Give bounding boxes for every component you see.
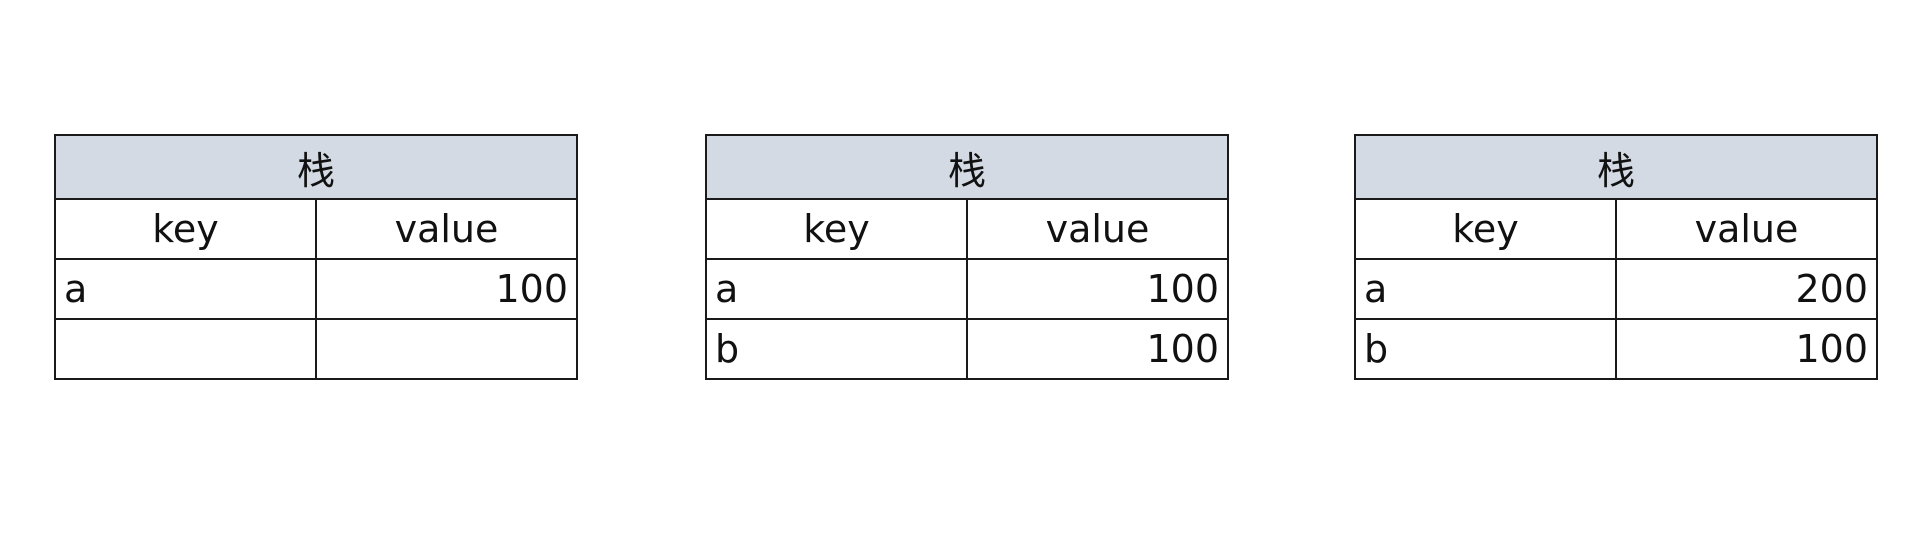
key-column-header: key [54, 198, 317, 260]
stack-title: 栈 [1354, 134, 1878, 200]
stack-title: 栈 [705, 134, 1229, 200]
key-column-header: key [1354, 198, 1617, 260]
stack-table-2: 栈 key value a 100 b 100 [705, 134, 1229, 380]
value-cell [315, 318, 578, 380]
key-cell: a [54, 258, 317, 320]
stack-title: 栈 [54, 134, 578, 200]
value-cell: 200 [1615, 258, 1878, 320]
table-row: a 100 [705, 258, 1229, 320]
value-cell: 100 [1615, 318, 1878, 380]
table-row: b 100 [1354, 318, 1878, 380]
value-column-header: value [315, 198, 578, 260]
table-row: a 100 [54, 258, 578, 320]
stack-table-3: 栈 key value a 200 b 100 [1354, 134, 1878, 380]
key-cell: a [705, 258, 968, 320]
key-cell [54, 318, 317, 380]
value-cell: 100 [966, 258, 1229, 320]
key-cell: b [1354, 318, 1617, 380]
table-row [54, 318, 578, 380]
value-column-header: value [966, 198, 1229, 260]
table-row: a 200 [1354, 258, 1878, 320]
table-row: b 100 [705, 318, 1229, 380]
key-cell: a [1354, 258, 1617, 320]
stack-table-1: 栈 key value a 100 [54, 134, 578, 380]
value-column-header: value [1615, 198, 1878, 260]
key-cell: b [705, 318, 968, 380]
value-cell: 100 [315, 258, 578, 320]
value-cell: 100 [966, 318, 1229, 380]
key-column-header: key [705, 198, 968, 260]
